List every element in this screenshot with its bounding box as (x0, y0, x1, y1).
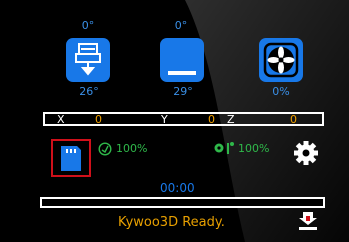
sd-card-icon (61, 146, 81, 171)
settings-button[interactable] (292, 139, 320, 167)
sd-card-button[interactable] (51, 139, 91, 177)
extruder-button[interactable] (66, 38, 110, 82)
flow-rate: 100% (238, 142, 270, 155)
bed-target-temp: 0° (174, 19, 188, 32)
y-label: Y (161, 113, 168, 126)
print-time: 00:00 (160, 181, 195, 195)
x-label: X (57, 113, 65, 126)
heatbed-button[interactable] (160, 38, 204, 82)
z-label: Z (227, 113, 235, 126)
gear-icon (294, 141, 318, 165)
print-speed: 100% (116, 142, 148, 155)
bed-current-temp: 29° (173, 85, 193, 98)
z-value: 0 (290, 113, 297, 126)
fan-button[interactable] (259, 38, 303, 82)
printer-screen: 0° 26° 0° 29° 0% X 0 Y 0 Z 0 100% 100% 0… (0, 0, 349, 242)
extruder-icon (75, 43, 101, 76)
status-message: Kywoo3D Ready. (118, 215, 225, 230)
heatbed-icon (168, 71, 196, 75)
fan-icon (263, 42, 299, 78)
speed-gauge-icon (98, 142, 112, 156)
home-button[interactable] (297, 210, 319, 232)
print-progress-bar (40, 197, 325, 208)
x-value: 0 (95, 113, 102, 126)
fan-speed: 0% (272, 85, 290, 98)
home-icon (299, 212, 317, 230)
coordinates-bar: X 0 Y 0 Z 0 (43, 112, 324, 126)
extruder-current-temp: 26° (79, 85, 99, 98)
extruder-target-temp: 0° (81, 19, 95, 32)
y-value: 0 (208, 113, 215, 126)
flow-icon (214, 142, 234, 154)
